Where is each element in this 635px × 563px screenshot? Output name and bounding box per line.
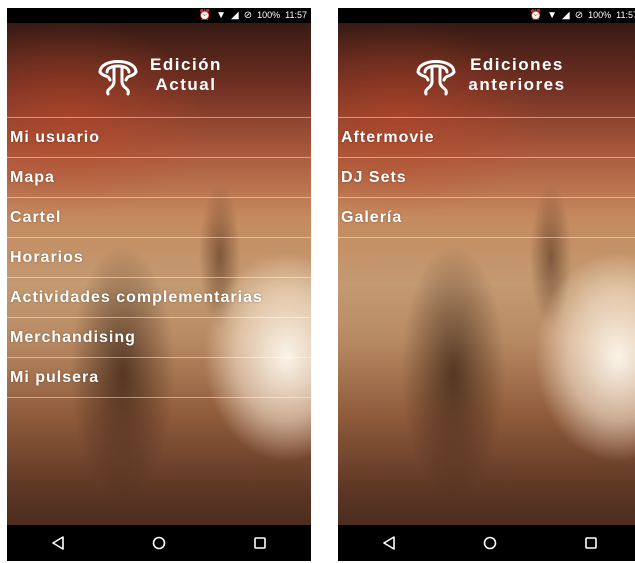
recents-square-icon[interactable] <box>240 528 280 558</box>
page-title-line1: Edición <box>150 55 222 74</box>
menu-item-mapa[interactable]: Mapa <box>7 158 311 198</box>
section-header: Edición Actual <box>7 35 311 115</box>
phone-screen-edicion-actual: ⏰ ▼ ◢ ⊘ 100% 11:57 Edición Actual Mi usu… <box>7 8 311 561</box>
clock: 11:57 <box>285 10 307 20</box>
menu-item-mi-pulsera[interactable]: Mi pulsera <box>7 358 311 398</box>
menu-item-actividades-complementarias[interactable]: Actividades complementarias <box>7 278 311 318</box>
home-circle-icon[interactable] <box>139 528 179 558</box>
phone-screen-ediciones-anteriores: ⏰ ▼ ◢ ⊘ 100% 11:57 Ediciones anteriores … <box>338 8 635 561</box>
menu-item-cartel[interactable]: Cartel <box>7 198 311 238</box>
battery-level: 100% <box>257 10 281 20</box>
status-bar: ⏰ ▼ ◢ ⊘ 100% 11:57 <box>338 8 635 23</box>
page-title-line2: Actual <box>155 75 217 94</box>
page-title-line2: anteriores <box>468 75 566 94</box>
main-menu: Aftermovie DJ Sets Galería <box>338 117 635 238</box>
battery-charging-icon: ⊘ <box>574 10 584 21</box>
menu-item-mi-usuario[interactable]: Mi usuario <box>7 118 311 158</box>
menu-item-horarios[interactable]: Horarios <box>7 238 311 278</box>
jellyfish-logo-icon <box>414 52 458 98</box>
back-triangle-icon[interactable] <box>369 528 409 558</box>
menu-item-dj-sets[interactable]: DJ Sets <box>338 158 635 198</box>
battery-charging-icon: ⊘ <box>243 10 253 21</box>
wifi-icon: ▼ <box>547 10 558 21</box>
menu-item-galeria[interactable]: Galería <box>338 198 635 238</box>
battery-level: 100% <box>588 10 612 20</box>
android-nav-bar <box>7 525 311 561</box>
main-menu: Mi usuario Mapa Cartel Horarios Activida… <box>7 117 311 398</box>
recents-square-icon[interactable] <box>571 528 611 558</box>
signal-icon: ◢ <box>231 10 239 21</box>
home-circle-icon[interactable] <box>470 528 510 558</box>
menu-item-merchandising[interactable]: Merchandising <box>7 318 311 358</box>
signal-icon: ◢ <box>562 10 570 21</box>
android-nav-bar <box>338 525 635 561</box>
alarm-clock-icon: ⏰ <box>529 10 543 21</box>
page-title-line1: Ediciones <box>470 55 564 74</box>
page-title: Ediciones anteriores <box>468 55 565 95</box>
status-bar: ⏰ ▼ ◢ ⊘ 100% 11:57 <box>7 8 311 23</box>
alarm-clock-icon: ⏰ <box>198 10 212 21</box>
page-title: Edición Actual <box>150 55 222 95</box>
section-header: Ediciones anteriores <box>338 35 635 115</box>
jellyfish-logo-icon <box>96 52 140 98</box>
wifi-icon: ▼ <box>216 10 227 21</box>
clock: 11:57 <box>616 10 635 20</box>
back-triangle-icon[interactable] <box>38 528 78 558</box>
menu-item-aftermovie[interactable]: Aftermovie <box>338 118 635 158</box>
